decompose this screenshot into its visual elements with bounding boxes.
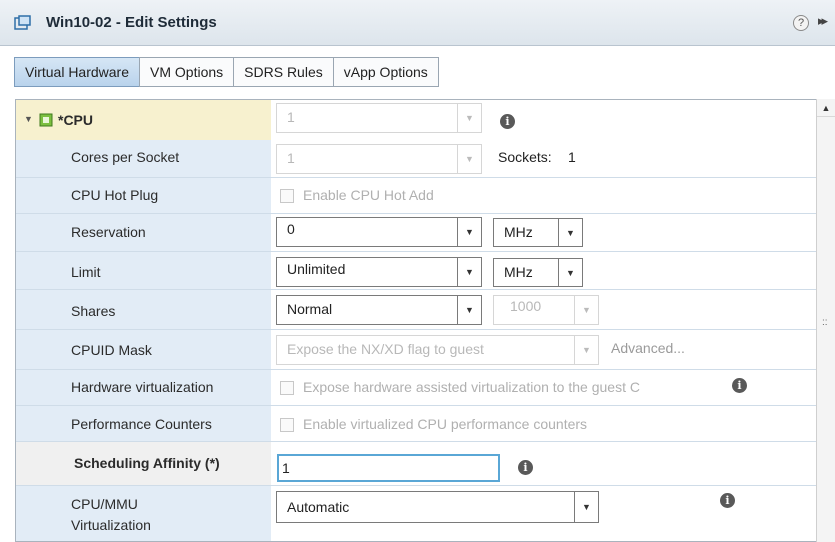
shares-amount-input[interactable]: 1000 ▼	[493, 295, 599, 325]
perf-counters-label: Enable virtualized CPU performance count…	[303, 416, 588, 432]
sockets-label: Sockets:	[498, 149, 552, 165]
cpuid-mask-select[interactable]: Expose the NX/XD flag to guest ▼	[276, 335, 599, 365]
cpu-chip-icon	[39, 113, 53, 127]
cpu-mmu-select[interactable]: Automatic ▼	[276, 491, 599, 523]
performance-counters-label: Performance Counters	[71, 416, 212, 432]
collapse-arrow-icon[interactable]: ▼	[24, 114, 33, 124]
vertical-scrollbar[interactable]: ▲ ::	[816, 99, 835, 542]
perf-counters-checkbox[interactable]	[280, 418, 294, 432]
performance-counters-row: Performance Counters Enable virtualized …	[16, 406, 817, 442]
cpuid-mask-row: CPUID Mask Expose the NX/XD flag to gues…	[16, 330, 817, 370]
scheduling-affinity-input[interactable]: 1	[277, 454, 500, 482]
cpuid-mask-label: CPUID Mask	[71, 342, 152, 358]
cpu-info-icon[interactable]: i	[500, 114, 515, 129]
reservation-label: Reservation	[71, 224, 146, 240]
hardware-virtualization-row: Hardware virtualization Expose hardware …	[16, 370, 817, 406]
window-title: Win10-02 - Edit Settings	[46, 14, 217, 31]
enable-cpu-hot-add-checkbox[interactable]	[280, 189, 294, 203]
cpuid-advanced-link[interactable]: Advanced...	[611, 340, 685, 356]
hardware-settings-panel: ▼ *CPU 1 ▼ i Cores per Socket 1 ▼ Sockets:…	[15, 99, 835, 542]
scroll-grip-icon[interactable]: ::	[822, 317, 828, 328]
shares-label: Shares	[71, 303, 116, 319]
tab-sdrs-rules[interactable]: SDRS Rules	[233, 57, 334, 87]
cpu-mmu-virtualization-row: CPU/MMU Virtualization Automatic ▼ i	[16, 486, 817, 541]
scheduling-affinity-label: Scheduling Affinity (*)	[74, 455, 220, 471]
tab-vm-options[interactable]: VM Options	[139, 57, 235, 87]
cores-per-socket-select[interactable]: 1 ▼	[276, 144, 482, 174]
shares-row: Shares Normal ▼ 1000 ▼	[16, 290, 817, 330]
limit-input[interactable]: Unlimited ▼	[276, 257, 482, 287]
expose-hw-virt-label: Expose hardware assisted virtualization …	[303, 379, 640, 395]
cores-per-socket-row: Cores per Socket 1 ▼ Sockets: 1	[16, 140, 817, 178]
scheduling-affinity-row: Scheduling Affinity (*) 1 i	[16, 442, 817, 486]
cpu-hot-plug-label: CPU Hot Plug	[71, 187, 159, 203]
tab-vapp-options[interactable]: vApp Options	[332, 57, 439, 87]
scroll-up-icon[interactable]: ▲	[817, 99, 835, 117]
expose-hw-virt-checkbox[interactable]	[280, 381, 294, 395]
cpu-row[interactable]: ▼ *CPU 1 ▼ i	[16, 100, 817, 140]
reservation-input[interactable]: 0 ▼	[276, 217, 482, 247]
cpu-mmu-info-icon[interactable]: i	[720, 493, 735, 508]
cpu-mmu-label-line1: CPU/MMU	[71, 496, 138, 512]
scheduling-affinity-info-icon[interactable]: i	[518, 460, 533, 475]
tab-virtual-hardware[interactable]: Virtual Hardware	[14, 57, 141, 87]
limit-row: Limit Unlimited ▼ MHz ▼	[16, 252, 817, 290]
sockets-value: 1	[568, 149, 576, 165]
reservation-unit-select[interactable]: MHz ▼	[493, 218, 583, 247]
limit-label: Limit	[71, 264, 101, 280]
enable-cpu-hot-add-label: Enable CPU Hot Add	[303, 187, 434, 203]
tab-bar: Virtual Hardware VM Options SDRS Rules v…	[14, 57, 439, 87]
title-bar: Win10-02 - Edit Settings ? ▸▸	[0, 0, 835, 46]
cpu-count-select[interactable]: 1 ▼	[276, 103, 482, 133]
cpu-hot-plug-row: CPU Hot Plug Enable CPU Hot Add	[16, 178, 817, 214]
shares-select[interactable]: Normal ▼	[276, 295, 482, 325]
cpu-mmu-label-line2: Virtualization	[71, 517, 151, 533]
cpu-label: *CPU	[58, 112, 94, 128]
expand-panel-icon[interactable]: ▸▸	[818, 13, 828, 29]
vm-icon	[14, 15, 31, 30]
limit-unit-select[interactable]: MHz ▼	[493, 258, 583, 287]
hardware-virtualization-label: Hardware virtualization	[71, 379, 214, 395]
hw-virt-info-icon[interactable]: i	[732, 378, 747, 393]
reservation-row: Reservation 0 ▼ MHz ▼	[16, 214, 817, 252]
help-icon[interactable]: ?	[793, 15, 809, 31]
cores-per-socket-label: Cores per Socket	[71, 149, 180, 165]
